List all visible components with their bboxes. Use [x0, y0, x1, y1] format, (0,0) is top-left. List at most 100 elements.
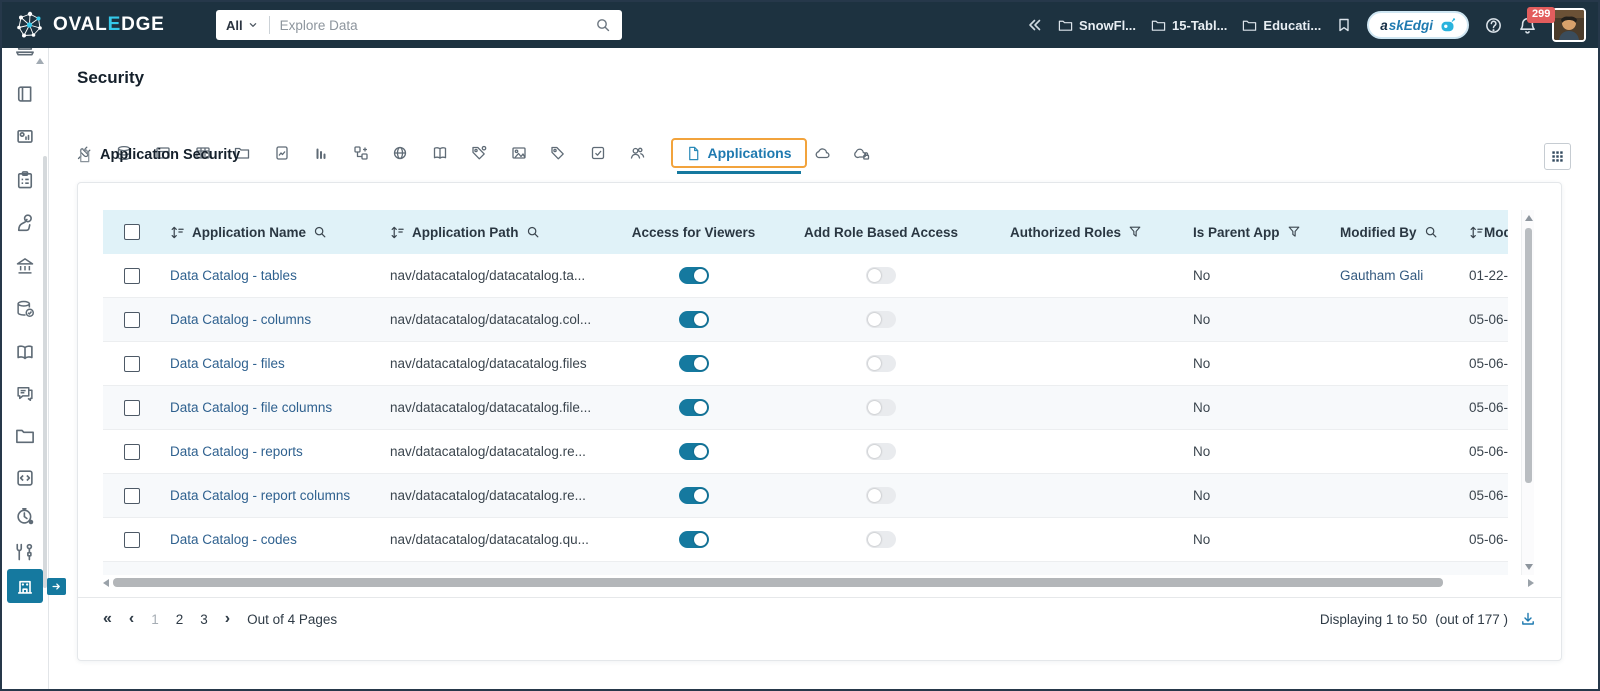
access-for-viewers-toggle[interactable] — [678, 311, 709, 328]
first-page-button[interactable]: « — [103, 611, 112, 627]
recent-item-2[interactable]: 15-Tabl... — [1151, 18, 1227, 33]
add-role-based-access-toggle[interactable] — [866, 531, 896, 548]
tab-image-icon[interactable] — [511, 145, 527, 161]
row-checkbox[interactable] — [124, 487, 140, 504]
header-modified-date[interactable]: Mod — [1484, 225, 1508, 240]
sidebar-scroll-up-icon[interactable] — [36, 58, 44, 64]
application-name-cell[interactable]: Data Catalog - report columns — [161, 488, 376, 503]
add-role-based-access-toggle[interactable] — [866, 311, 896, 328]
tab-globe-icon[interactable] — [392, 145, 408, 161]
add-role-based-access-toggle[interactable] — [866, 267, 896, 284]
tab-api-cloud-icon[interactable] — [815, 145, 831, 161]
tab-applications-active[interactable]: Applications — [670, 138, 807, 174]
scheduler-icon[interactable] — [15, 506, 35, 526]
scroll-right-icon[interactable] — [1528, 579, 1534, 587]
table-vertical-scrollbar[interactable] — [1521, 210, 1534, 575]
application-name-cell[interactable]: Data Catalog - tables — [161, 268, 376, 283]
tab-book-icon[interactable] — [432, 145, 448, 161]
ovaledge-logo[interactable]: OVALEDGE — [2, 10, 207, 40]
sort-icon[interactable] — [1469, 225, 1484, 240]
collapse-breadcrumbs-icon[interactable] — [1027, 17, 1043, 33]
select-all-checkbox[interactable] — [124, 224, 140, 240]
header-application-path[interactable]: Application Path — [412, 225, 519, 240]
next-page-button[interactable]: › — [225, 611, 230, 627]
laptop-icon[interactable] — [15, 48, 35, 59]
row-checkbox[interactable] — [124, 443, 140, 460]
scroll-up-icon[interactable] — [1524, 215, 1533, 221]
journal-icon[interactable] — [15, 84, 35, 104]
data-quality-icon[interactable] — [15, 213, 35, 233]
horizontal-scroll-thumb[interactable] — [113, 577, 1443, 587]
access-for-viewers-toggle[interactable] — [678, 487, 709, 504]
grid-menu-button[interactable] — [1544, 143, 1571, 170]
application-name-cell[interactable]: Data Catalog - codes — [161, 532, 376, 547]
previous-page-button[interactable]: ‹ — [129, 611, 134, 627]
glossary-icon[interactable] — [15, 342, 35, 362]
row-checkbox[interactable] — [124, 355, 140, 372]
access-for-viewers-toggle[interactable] — [678, 443, 709, 460]
tab-tag-icon[interactable] — [550, 145, 566, 161]
application-name-cell[interactable]: Data Catalog - reports — [161, 444, 376, 459]
tab-rating-icon[interactable] — [590, 145, 606, 161]
page-number-3[interactable]: 3 — [200, 612, 208, 627]
access-for-viewers-toggle[interactable] — [678, 267, 709, 284]
page-number-2[interactable]: 2 — [176, 612, 184, 627]
sidebar-expand-tab[interactable] — [47, 578, 66, 595]
search-icon[interactable] — [595, 17, 611, 33]
report-metrics-icon[interactable] — [15, 127, 35, 147]
search-icon[interactable] — [313, 225, 327, 239]
application-name-cell[interactable]: Data Catalog - file columns — [161, 400, 376, 415]
sort-icon[interactable] — [170, 225, 185, 240]
row-checkbox[interactable] — [124, 267, 140, 284]
askedgi-button[interactable]: a skEdgi — [1367, 11, 1469, 39]
scroll-left-icon[interactable] — [103, 579, 109, 587]
search-scope-dropdown[interactable]: All — [216, 18, 269, 33]
query-sheet-icon[interactable] — [15, 468, 35, 488]
recent-item-1[interactable]: SnowFl... — [1058, 18, 1136, 33]
sidebar-scrollbar[interactable] — [43, 156, 47, 588]
access-for-viewers-toggle[interactable] — [678, 355, 709, 372]
add-role-based-access-toggle[interactable] — [866, 399, 896, 416]
table-horizontal-scrollbar[interactable] — [103, 576, 1534, 588]
access-for-viewers-toggle[interactable] — [678, 531, 709, 548]
scroll-down-icon[interactable] — [1524, 564, 1533, 570]
row-checkbox[interactable] — [124, 399, 140, 416]
tab-report-icon[interactable] — [274, 145, 290, 161]
is-parent-app-cell: No — [1193, 268, 1211, 283]
page-number-1-current[interactable]: 1 — [151, 612, 159, 627]
row-checkbox[interactable] — [124, 311, 140, 328]
collaboration-icon[interactable] — [15, 384, 35, 404]
access-for-viewers-toggle[interactable] — [678, 399, 709, 416]
recent-item-3[interactable]: Educati... — [1242, 18, 1321, 33]
tab-cloud-lock-icon[interactable] — [854, 145, 870, 161]
sidebar-item-security-active[interactable] — [7, 569, 43, 603]
tab-term-tag-icon[interactable] — [471, 145, 487, 161]
search-icon[interactable] — [526, 225, 540, 239]
tools-icon[interactable] — [15, 542, 35, 562]
add-role-based-access-toggle[interactable] — [866, 487, 896, 504]
notifications[interactable]: 299 — [1518, 6, 1556, 35]
tab-chart-icon[interactable] — [313, 145, 329, 161]
row-checkbox[interactable] — [124, 531, 140, 548]
database-check-icon[interactable] — [15, 299, 35, 319]
tab-hierarchy-icon[interactable] — [353, 145, 369, 161]
search-icon[interactable] — [1424, 225, 1438, 239]
filter-icon[interactable] — [1128, 225, 1142, 239]
application-name-cell[interactable]: Data Catalog - files — [161, 356, 376, 371]
search-input[interactable] — [269, 17, 595, 33]
bookmark-icon[interactable] — [1336, 17, 1352, 33]
sort-icon[interactable] — [390, 225, 405, 240]
filter-icon[interactable] — [1287, 225, 1301, 239]
files-icon[interactable] — [15, 426, 35, 446]
header-application-name[interactable]: Application Name — [192, 225, 306, 240]
vertical-scroll-thumb[interactable] — [1525, 228, 1532, 483]
user-avatar[interactable] — [1552, 8, 1586, 42]
tab-users-icon[interactable] — [629, 145, 645, 161]
add-role-based-access-toggle[interactable] — [866, 355, 896, 372]
governance-icon[interactable] — [15, 256, 35, 276]
clipboard-icon[interactable] — [15, 170, 35, 190]
download-button[interactable] — [1520, 611, 1536, 627]
application-name-cell[interactable]: Data Catalog - columns — [161, 312, 376, 327]
add-role-based-access-toggle[interactable] — [866, 443, 896, 460]
help-icon[interactable] — [1484, 16, 1503, 35]
